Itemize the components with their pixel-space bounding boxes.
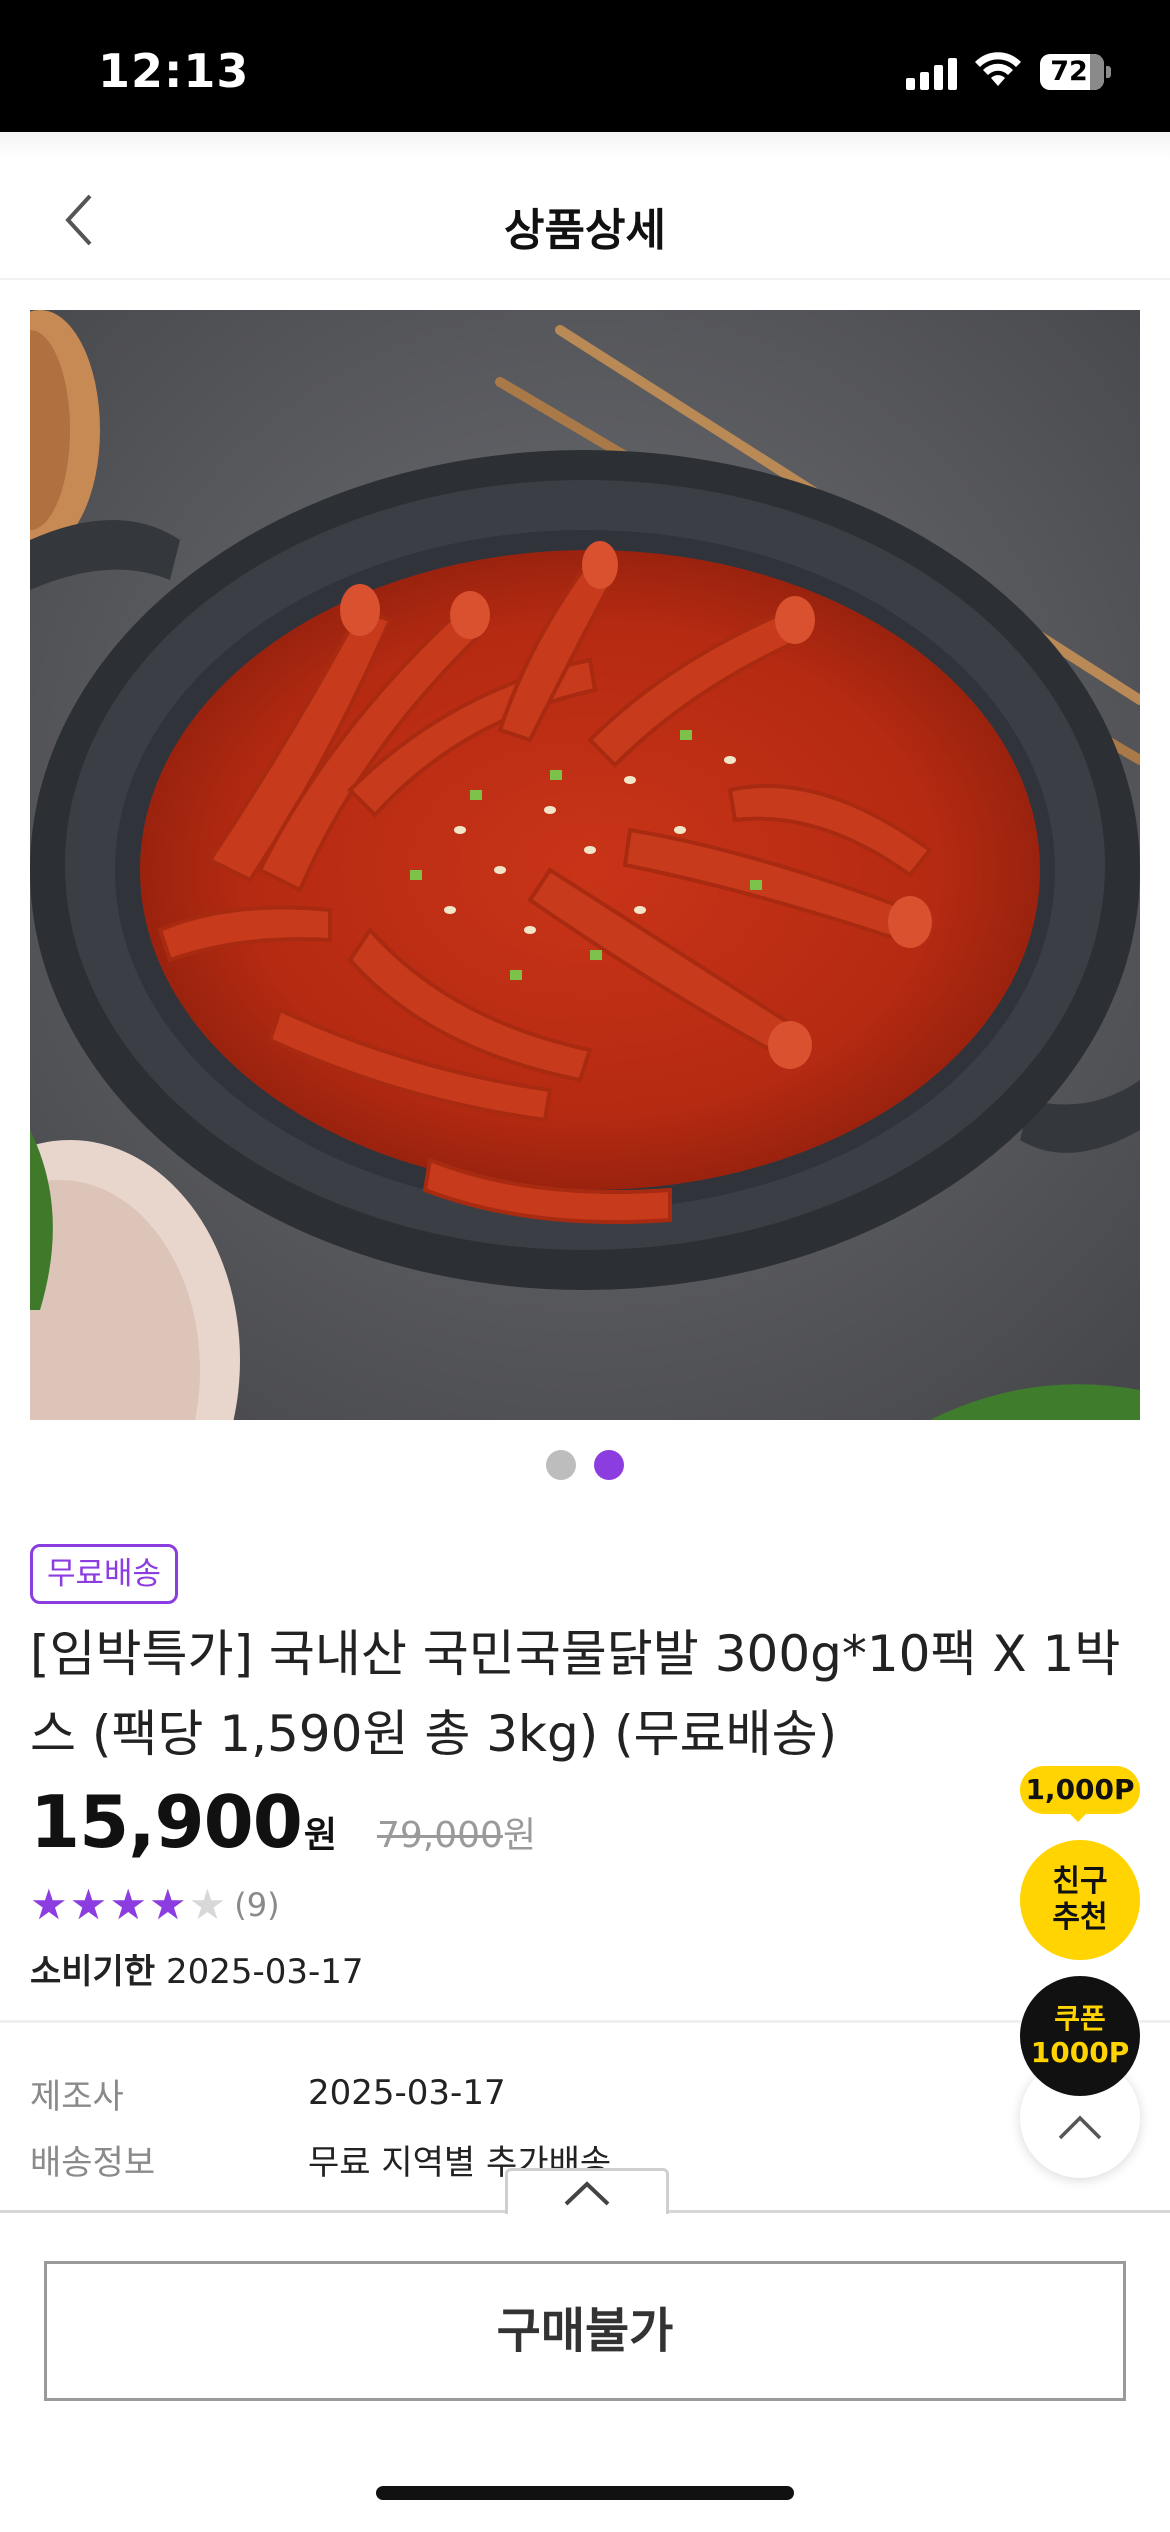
star-icon: ★: [69, 1880, 108, 1929]
chevron-up-icon: [1058, 2115, 1102, 2140]
friend-label-line1: 친구: [1052, 1864, 1108, 1899]
expiry-row: 소비기한 2025-03-17: [30, 1944, 364, 1993]
point-badge-tail: [1066, 1810, 1090, 1822]
info-label: 제조사: [30, 2076, 124, 2117]
info-table: 제조사 2025-03-17 배송정보 무료 지역별 추가배송: [30, 2060, 930, 2192]
sale-price: 15,900: [30, 1780, 303, 1864]
status-time: 12:13: [98, 44, 250, 98]
battery-icon: 72: [1040, 54, 1112, 90]
star-icon: ★: [188, 1880, 227, 1929]
friend-label-line2: 추천: [1052, 1900, 1108, 1935]
cellular-signal-icon: [906, 56, 960, 90]
wifi-icon: [975, 52, 1021, 86]
star-icon: ★: [30, 1880, 68, 1929]
header-shadow: [0, 132, 1170, 160]
friend-referral-button[interactable]: 친구 추천: [1020, 1840, 1140, 1960]
coupon-button[interactable]: 쿠폰 1000P: [1020, 1976, 1140, 2096]
divider: [0, 2020, 1170, 2023]
original-price: 79,000: [376, 1815, 503, 1856]
purchase-unavailable-button[interactable]: 구매불가: [44, 2261, 1126, 2401]
bottom-purchase-panel: 구매불가: [0, 2210, 1170, 2532]
sale-price-unit: 원: [303, 1815, 337, 1856]
product-image[interactable]: [30, 310, 1140, 1420]
carousel-dot[interactable]: [546, 1450, 576, 1480]
friend-point-badge: 1,000P: [1020, 1766, 1140, 1814]
header: 상품상세: [0, 160, 1170, 280]
free-shipping-badge: 무료배송: [30, 1544, 179, 1604]
original-price-unit: 원: [502, 1815, 537, 1856]
coupon-label: 쿠폰: [1054, 2002, 1106, 2035]
coupon-points: 1000P: [1030, 2036, 1130, 2069]
carousel-dots: [0, 1450, 1170, 1480]
info-label: 배송정보: [30, 2142, 156, 2183]
expiry-label: 소비기한: [30, 1952, 156, 1992]
expiry-date: 2025-03-17: [165, 1952, 364, 1992]
star-icon: ★: [109, 1880, 147, 1929]
battery-level: 72: [1050, 56, 1088, 87]
status-bar: 12:13 72: [0, 0, 1170, 132]
star-icon: ★: [148, 1880, 187, 1929]
info-value: 2025-03-17: [308, 2073, 506, 2113]
review-count: (9): [234, 1886, 280, 1924]
carousel-dot-active[interactable]: [594, 1450, 624, 1480]
rating-row[interactable]: ★ ★ ★ ★ ★ (9): [30, 1884, 280, 1926]
product-photo: [30, 310, 1140, 1420]
page-title: 상품상세: [504, 205, 666, 256]
info-row: 제조사 2025-03-17: [30, 2060, 930, 2126]
price-row: 15,900 원 79,000 원: [30, 1780, 536, 1864]
product-title: [임박특가] 국내산 국민국물닭발 300g*10팩 X 1박스 (팩당 1,5…: [30, 1625, 1121, 1763]
info-row: 배송정보 무료 지역별 추가배송: [30, 2126, 930, 2192]
chevron-up-icon: [564, 2180, 610, 2205]
expand-panel-tab[interactable]: [505, 2168, 669, 2214]
home-indicator: [376, 2486, 794, 2500]
